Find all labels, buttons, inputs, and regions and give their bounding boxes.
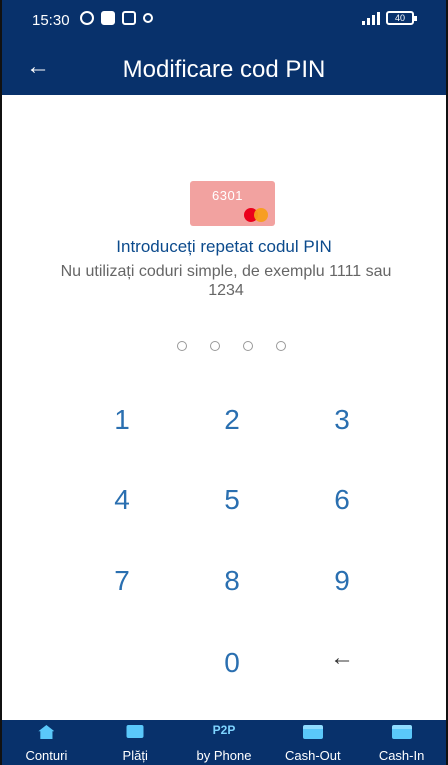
- tab-plati[interactable]: Plăți: [91, 720, 180, 765]
- key-2[interactable]: 2: [182, 390, 282, 450]
- key-9[interactable]: 9: [292, 551, 392, 611]
- tab-label: Cash-Out: [284, 748, 341, 763]
- key-7[interactable]: 7: [72, 551, 172, 611]
- tab-label: Plăți: [122, 748, 148, 763]
- key-1[interactable]: 1: [72, 390, 172, 450]
- key-0[interactable]: 0: [182, 633, 282, 693]
- atm-icon: [391, 725, 412, 739]
- p2p-tag: P2P: [212, 723, 236, 737]
- tab-conturi[interactable]: Conturi: [2, 720, 91, 765]
- tab-label: Conturi: [25, 748, 68, 763]
- card-icon: [126, 725, 144, 738]
- tab-label: Cash-In: [378, 748, 425, 763]
- tab-label: by Phone: [196, 748, 252, 763]
- key-5[interactable]: 5: [182, 470, 282, 530]
- tab-cash-in[interactable]: Cash-In: [357, 720, 446, 765]
- tab-cash-out[interactable]: Cash-Out: [268, 720, 357, 765]
- key-8[interactable]: 8: [182, 551, 282, 611]
- tab-p2p[interactable]: P2P by Phone: [180, 720, 269, 765]
- backspace-icon[interactable]: ←: [292, 628, 392, 688]
- key-6[interactable]: 6: [292, 470, 392, 530]
- atm-icon: [302, 725, 323, 739]
- key-3[interactable]: 3: [292, 390, 392, 450]
- home-icon: [38, 725, 55, 739]
- app-screen: 15:30 40 ← Modificare cod PIN 6301 Intro…: [0, 0, 448, 765]
- bottom-tab-bar: Conturi Plăți P2P by Phone Cash-Out Cash…: [2, 720, 446, 765]
- pin-keypad: 1 2 3 4 5 6 7 8 9 0 ←: [2, 0, 446, 765]
- key-4[interactable]: 4: [72, 470, 172, 530]
